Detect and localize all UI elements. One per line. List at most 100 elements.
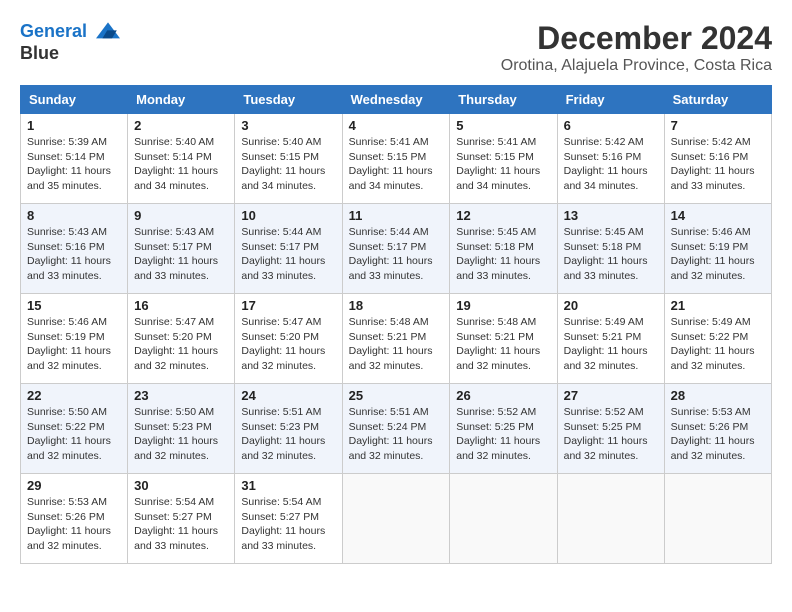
- calendar-cell: 30 Sunrise: 5:54 AMSunset: 5:27 PMDaylig…: [128, 474, 235, 564]
- day-number: 11: [349, 208, 444, 223]
- day-info: Sunrise: 5:49 AMSunset: 5:22 PMDaylight:…: [671, 315, 765, 374]
- logo: General Blue: [20, 20, 120, 64]
- day-info: Sunrise: 5:41 AMSunset: 5:15 PMDaylight:…: [349, 135, 444, 194]
- calendar-cell: 13 Sunrise: 5:45 AMSunset: 5:18 PMDaylig…: [557, 204, 664, 294]
- day-number: 23: [134, 388, 228, 403]
- calendar-cell: 31 Sunrise: 5:54 AMSunset: 5:27 PMDaylig…: [235, 474, 342, 564]
- logo-text: General Blue: [20, 20, 120, 64]
- day-number: 29: [27, 478, 121, 493]
- day-info: Sunrise: 5:41 AMSunset: 5:15 PMDaylight:…: [456, 135, 550, 194]
- day-number: 2: [134, 118, 228, 133]
- day-number: 19: [456, 298, 550, 313]
- calendar-cell: 15 Sunrise: 5:46 AMSunset: 5:19 PMDaylig…: [21, 294, 128, 384]
- calendar-cell: 11 Sunrise: 5:44 AMSunset: 5:17 PMDaylig…: [342, 204, 450, 294]
- calendar-cell: 24 Sunrise: 5:51 AMSunset: 5:23 PMDaylig…: [235, 384, 342, 474]
- day-number: 5: [456, 118, 550, 133]
- calendar-cell: 16 Sunrise: 5:47 AMSunset: 5:20 PMDaylig…: [128, 294, 235, 384]
- week-row-1: 1 Sunrise: 5:39 AMSunset: 5:14 PMDayligh…: [21, 114, 772, 204]
- calendar-cell: 3 Sunrise: 5:40 AMSunset: 5:15 PMDayligh…: [235, 114, 342, 204]
- calendar-cell: [557, 474, 664, 564]
- calendar-cell: 25 Sunrise: 5:51 AMSunset: 5:24 PMDaylig…: [342, 384, 450, 474]
- calendar-cell: 23 Sunrise: 5:50 AMSunset: 5:23 PMDaylig…: [128, 384, 235, 474]
- day-info: Sunrise: 5:54 AMSunset: 5:27 PMDaylight:…: [134, 495, 228, 554]
- month-title: December 2024: [501, 20, 772, 57]
- location: Orotina, Alajuela Province, Costa Rica: [501, 57, 772, 75]
- calendar-cell: 17 Sunrise: 5:47 AMSunset: 5:20 PMDaylig…: [235, 294, 342, 384]
- calendar-cell: 26 Sunrise: 5:52 AMSunset: 5:25 PMDaylig…: [450, 384, 557, 474]
- weekday-friday: Friday: [557, 86, 664, 114]
- day-info: Sunrise: 5:40 AMSunset: 5:15 PMDaylight:…: [241, 135, 335, 194]
- day-info: Sunrise: 5:46 AMSunset: 5:19 PMDaylight:…: [671, 225, 765, 284]
- calendar-cell: 14 Sunrise: 5:46 AMSunset: 5:19 PMDaylig…: [664, 204, 771, 294]
- day-number: 12: [456, 208, 550, 223]
- calendar-cell: 5 Sunrise: 5:41 AMSunset: 5:15 PMDayligh…: [450, 114, 557, 204]
- day-number: 10: [241, 208, 335, 223]
- calendar-cell: 27 Sunrise: 5:52 AMSunset: 5:25 PMDaylig…: [557, 384, 664, 474]
- weekday-thursday: Thursday: [450, 86, 557, 114]
- day-info: Sunrise: 5:49 AMSunset: 5:21 PMDaylight:…: [564, 315, 658, 374]
- day-info: Sunrise: 5:48 AMSunset: 5:21 PMDaylight:…: [456, 315, 550, 374]
- calendar-cell: [664, 474, 771, 564]
- day-info: Sunrise: 5:46 AMSunset: 5:19 PMDaylight:…: [27, 315, 121, 374]
- day-info: Sunrise: 5:42 AMSunset: 5:16 PMDaylight:…: [564, 135, 658, 194]
- day-number: 18: [349, 298, 444, 313]
- weekday-tuesday: Tuesday: [235, 86, 342, 114]
- page-header: General Blue December 2024 Orotina, Alaj…: [20, 20, 772, 75]
- day-info: Sunrise: 5:51 AMSunset: 5:24 PMDaylight:…: [349, 405, 444, 464]
- day-info: Sunrise: 5:40 AMSunset: 5:14 PMDaylight:…: [134, 135, 228, 194]
- calendar-cell: 1 Sunrise: 5:39 AMSunset: 5:14 PMDayligh…: [21, 114, 128, 204]
- day-info: Sunrise: 5:54 AMSunset: 5:27 PMDaylight:…: [241, 495, 335, 554]
- week-row-5: 29 Sunrise: 5:53 AMSunset: 5:26 PMDaylig…: [21, 474, 772, 564]
- day-number: 4: [349, 118, 444, 133]
- calendar-cell: [450, 474, 557, 564]
- weekday-header-row: SundayMondayTuesdayWednesdayThursdayFrid…: [21, 86, 772, 114]
- day-info: Sunrise: 5:39 AMSunset: 5:14 PMDaylight:…: [27, 135, 121, 194]
- day-number: 30: [134, 478, 228, 493]
- calendar-cell: 9 Sunrise: 5:43 AMSunset: 5:17 PMDayligh…: [128, 204, 235, 294]
- calendar-cell: 22 Sunrise: 5:50 AMSunset: 5:22 PMDaylig…: [21, 384, 128, 474]
- day-info: Sunrise: 5:51 AMSunset: 5:23 PMDaylight:…: [241, 405, 335, 464]
- weekday-saturday: Saturday: [664, 86, 771, 114]
- day-info: Sunrise: 5:52 AMSunset: 5:25 PMDaylight:…: [564, 405, 658, 464]
- title-block: December 2024 Orotina, Alajuela Province…: [501, 20, 772, 75]
- day-info: Sunrise: 5:50 AMSunset: 5:22 PMDaylight:…: [27, 405, 121, 464]
- calendar-cell: 6 Sunrise: 5:42 AMSunset: 5:16 PMDayligh…: [557, 114, 664, 204]
- calendar-cell: 21 Sunrise: 5:49 AMSunset: 5:22 PMDaylig…: [664, 294, 771, 384]
- calendar-cell: 19 Sunrise: 5:48 AMSunset: 5:21 PMDaylig…: [450, 294, 557, 384]
- day-info: Sunrise: 5:45 AMSunset: 5:18 PMDaylight:…: [456, 225, 550, 284]
- day-info: Sunrise: 5:52 AMSunset: 5:25 PMDaylight:…: [456, 405, 550, 464]
- calendar-cell: 29 Sunrise: 5:53 AMSunset: 5:26 PMDaylig…: [21, 474, 128, 564]
- day-number: 24: [241, 388, 335, 403]
- day-number: 15: [27, 298, 121, 313]
- calendar-cell: 8 Sunrise: 5:43 AMSunset: 5:16 PMDayligh…: [21, 204, 128, 294]
- weekday-monday: Monday: [128, 86, 235, 114]
- calendar-cell: 4 Sunrise: 5:41 AMSunset: 5:15 PMDayligh…: [342, 114, 450, 204]
- day-info: Sunrise: 5:50 AMSunset: 5:23 PMDaylight:…: [134, 405, 228, 464]
- weekday-wednesday: Wednesday: [342, 86, 450, 114]
- day-info: Sunrise: 5:53 AMSunset: 5:26 PMDaylight:…: [27, 495, 121, 554]
- day-number: 8: [27, 208, 121, 223]
- calendar-table: SundayMondayTuesdayWednesdayThursdayFrid…: [20, 85, 772, 564]
- day-number: 20: [564, 298, 658, 313]
- day-info: Sunrise: 5:53 AMSunset: 5:26 PMDaylight:…: [671, 405, 765, 464]
- day-info: Sunrise: 5:47 AMSunset: 5:20 PMDaylight:…: [134, 315, 228, 374]
- calendar-cell: 18 Sunrise: 5:48 AMSunset: 5:21 PMDaylig…: [342, 294, 450, 384]
- day-info: Sunrise: 5:44 AMSunset: 5:17 PMDaylight:…: [241, 225, 335, 284]
- day-number: 25: [349, 388, 444, 403]
- week-row-4: 22 Sunrise: 5:50 AMSunset: 5:22 PMDaylig…: [21, 384, 772, 474]
- calendar-cell: 12 Sunrise: 5:45 AMSunset: 5:18 PMDaylig…: [450, 204, 557, 294]
- day-number: 27: [564, 388, 658, 403]
- day-number: 31: [241, 478, 335, 493]
- day-number: 26: [456, 388, 550, 403]
- day-info: Sunrise: 5:43 AMSunset: 5:17 PMDaylight:…: [134, 225, 228, 284]
- day-info: Sunrise: 5:47 AMSunset: 5:20 PMDaylight:…: [241, 315, 335, 374]
- day-number: 13: [564, 208, 658, 223]
- day-info: Sunrise: 5:42 AMSunset: 5:16 PMDaylight:…: [671, 135, 765, 194]
- day-number: 22: [27, 388, 121, 403]
- day-number: 9: [134, 208, 228, 223]
- weekday-sunday: Sunday: [21, 86, 128, 114]
- day-info: Sunrise: 5:45 AMSunset: 5:18 PMDaylight:…: [564, 225, 658, 284]
- day-number: 16: [134, 298, 228, 313]
- calendar-cell: 7 Sunrise: 5:42 AMSunset: 5:16 PMDayligh…: [664, 114, 771, 204]
- week-row-2: 8 Sunrise: 5:43 AMSunset: 5:16 PMDayligh…: [21, 204, 772, 294]
